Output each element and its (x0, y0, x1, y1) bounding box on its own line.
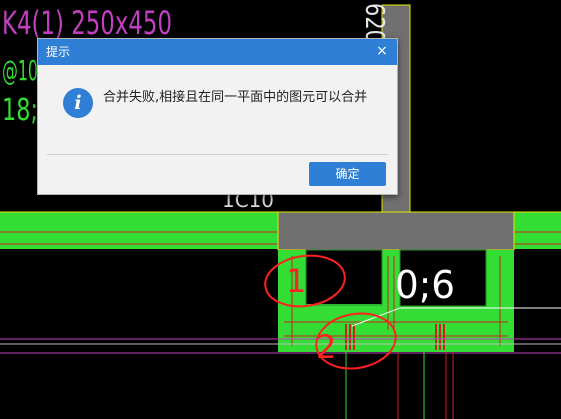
dialog-message: 合并失败,相接且在同一平面中的图元可以合并 (103, 90, 368, 105)
rebar-label: 18; (2, 93, 38, 128)
beam-label: K4(1) 250x450 (2, 4, 172, 42)
annotation-number-1: 1 (286, 262, 306, 300)
ok-button[interactable]: 确定 (309, 162, 386, 186)
vertical-label: 620 (359, 3, 389, 43)
close-icon[interactable]: × (373, 42, 391, 60)
dimension-label: 0;6 (395, 263, 455, 307)
dialog-titlebar[interactable]: 提示 × (38, 39, 397, 65)
dialog-title: 提示 (46, 45, 71, 59)
annotation-number-2: 2 (316, 328, 336, 366)
stirrup-label: @10 (2, 54, 38, 87)
info-icon: i (63, 88, 93, 118)
dialog-divider (47, 154, 388, 155)
alert-dialog: 提示 × i 合并失败,相接且在同一平面中的图元可以合并 确定 (37, 38, 398, 195)
gray-slab (277, 211, 515, 251)
